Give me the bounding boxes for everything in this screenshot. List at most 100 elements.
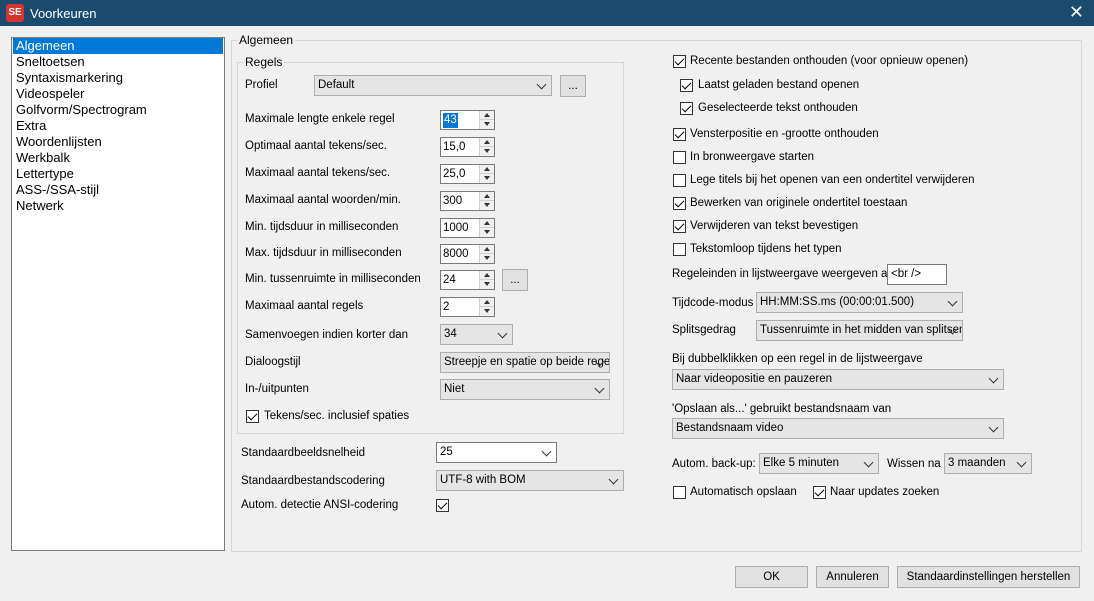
ansi-detect-checkbox[interactable] (436, 499, 449, 512)
spin-down-icon[interactable] (480, 120, 494, 129)
app-icon: SE (6, 4, 24, 22)
sidebar-item-woordenlijsten[interactable]: Woordenlijsten (13, 134, 223, 150)
max-single-line-label: Maximale lengte enkele regel (245, 113, 395, 125)
window-pos-label: Vensterpositie en -grootte onthouden (690, 128, 879, 140)
chevron-down-icon (498, 330, 508, 340)
sidebar-item-videospeler[interactable]: Videospeler (13, 86, 223, 102)
confirm-delete-label: Verwijderen van tekst bevestigen (690, 220, 859, 232)
max-lines-label: Maximaal aantal regels (245, 300, 364, 312)
category-list[interactable]: Algemeen Sneltoetsen Syntaxismarkering V… (11, 37, 225, 551)
spin-down-icon[interactable] (480, 254, 494, 263)
sidebar-item-syntaxismarkering[interactable]: Syntaxismarkering (13, 70, 223, 86)
delete-after-select[interactable]: 3 maanden (944, 453, 1032, 474)
min-duration-stepper[interactable]: 1000 (440, 218, 495, 238)
sidebar-item-sneltoetsen[interactable]: Sneltoetsen (13, 54, 223, 70)
backup-label: Autom. back-up: (672, 458, 756, 470)
window-pos-checkbox[interactable] (673, 128, 686, 141)
dblclick-select[interactable]: Naar videopositie en pauzeren (672, 369, 1004, 390)
merge-select[interactable]: 34 (440, 324, 513, 345)
min-gap-label: Min. tussenruimte in milliseconden (245, 273, 421, 285)
cancel-button[interactable]: Annuleren (816, 566, 889, 588)
profile-edit-button[interactable]: ... (560, 75, 586, 97)
saveas-label: 'Opslaan als...' gebruikt bestandsnaam v… (672, 403, 892, 415)
dblclick-label: Bij dubbelklikken op een regel in de lij… (672, 353, 923, 365)
spin-up-icon[interactable] (480, 192, 494, 201)
remember-recent-checkbox[interactable] (673, 55, 686, 68)
remember-recent-label: Recente bestanden onthouden (voor opnieu… (690, 55, 969, 67)
line-breaks-input[interactable]: <br /> (887, 264, 947, 285)
saveas-select[interactable]: Bestandsnaam video (672, 418, 1004, 439)
edit-original-label: Bewerken van originele ondertitel toesta… (690, 197, 908, 209)
min-gap-edit-button[interactable]: ... (502, 269, 528, 291)
profile-select[interactable]: Default (314, 75, 552, 96)
backup-select[interactable]: Elke 5 minuten (759, 453, 879, 474)
frame-rate-select[interactable]: 25 (436, 442, 557, 463)
title-bar: SE Voorkeuren ✕ (0, 0, 1094, 26)
open-last-checkbox[interactable] (680, 79, 693, 92)
sidebar-item-lettertype[interactable]: Lettertype (13, 166, 223, 182)
max-duration-label: Max. tijdsduur in milliseconden (245, 247, 402, 259)
restore-defaults-button[interactable]: Standaardinstellingen herstellen (897, 566, 1080, 588)
max-single-line-stepper[interactable]: 43 (440, 110, 495, 130)
spin-up-icon[interactable] (480, 165, 494, 174)
max-wpm-label: Maximaal aantal woorden/min. (245, 194, 401, 206)
spin-down-icon[interactable] (480, 147, 494, 156)
chevron-down-icon (537, 81, 547, 91)
chevron-down-icon (1017, 459, 1027, 469)
text-flow-checkbox[interactable] (673, 243, 686, 256)
remove-empty-label: Lege titels bij het openen van een onder… (690, 174, 975, 186)
timecode-select[interactable]: HH:MM:SS.ms (00:00:01.500) (756, 292, 963, 313)
confirm-delete-checkbox[interactable] (673, 220, 686, 233)
spin-down-icon[interactable] (480, 228, 494, 237)
min-gap-stepper[interactable]: 24 (440, 270, 495, 290)
chevron-down-icon (609, 476, 619, 486)
remove-empty-checkbox[interactable] (673, 174, 686, 187)
edit-original-checkbox[interactable] (673, 197, 686, 210)
chevron-down-icon (542, 448, 552, 458)
min-duration-label: Min. tijdsduur in milliseconden (245, 221, 399, 233)
max-lines-stepper[interactable]: 2 (440, 297, 495, 317)
spin-down-icon[interactable] (480, 201, 494, 210)
sidebar-item-extra[interactable]: Extra (13, 118, 223, 134)
spin-up-icon[interactable] (480, 111, 494, 120)
sidebar-item-werkbalk[interactable]: Werkbalk (13, 150, 223, 166)
autosave-label: Automatisch opslaan (690, 486, 797, 498)
chevron-down-icon (948, 326, 958, 336)
optimal-cps-label: Optimaal aantal tekens/sec. (245, 140, 387, 152)
spin-up-icon[interactable] (480, 271, 494, 280)
sidebar-item-netwerk[interactable]: Netwerk (13, 198, 223, 214)
autosave-checkbox[interactable] (673, 486, 686, 499)
check-updates-checkbox[interactable] (813, 486, 826, 499)
frame-rate-label: Standaardbeeldsnelheid (241, 447, 366, 459)
spin-down-icon[interactable] (480, 174, 494, 183)
spin-down-icon[interactable] (480, 307, 494, 316)
chevron-down-icon (989, 424, 999, 434)
close-icon[interactable]: ✕ (1069, 2, 1084, 22)
source-view-checkbox[interactable] (673, 151, 686, 164)
sidebar-item-ass-ssa-stijl[interactable]: ASS-/SSA-stijl (13, 182, 223, 198)
split-select[interactable]: Tussenruimte in het midden van splitsen (756, 320, 963, 341)
inout-select[interactable]: Niet (440, 379, 610, 400)
spin-up-icon[interactable] (480, 298, 494, 307)
spin-up-icon[interactable] (480, 219, 494, 228)
chevron-down-icon (989, 375, 999, 385)
spin-down-icon[interactable] (480, 280, 494, 289)
ok-button[interactable]: OK (735, 566, 808, 588)
rules-group-caption: Regels (243, 55, 285, 69)
max-duration-stepper[interactable]: 8000 (440, 244, 495, 264)
max-cps-stepper[interactable]: 25,0 (440, 164, 495, 184)
optimal-cps-stepper[interactable]: 15,0 (440, 137, 495, 157)
dialog-style-select[interactable]: Streepje en spatie op beide regels (440, 352, 610, 373)
sidebar-item-golfvorm[interactable]: Golfvorm/Spectrogram (13, 102, 223, 118)
spin-up-icon[interactable] (480, 245, 494, 254)
open-last-label: Laatst geladen bestand openen (698, 79, 860, 91)
max-wpm-stepper[interactable]: 300 (440, 191, 495, 211)
spin-up-icon[interactable] (480, 138, 494, 147)
sidebar-item-algemeen[interactable]: Algemeen (13, 38, 223, 54)
ansi-detect-label: Autom. detectie ANSI-codering (241, 499, 399, 511)
remember-selection-checkbox[interactable] (680, 102, 693, 115)
merge-label: Samenvoegen indien korter dan (245, 329, 409, 341)
encoding-select[interactable]: UTF-8 with BOM (436, 470, 624, 491)
cps-spaces-checkbox[interactable] (246, 410, 259, 423)
text-flow-label: Tekstomloop tijdens het typen (690, 243, 842, 255)
